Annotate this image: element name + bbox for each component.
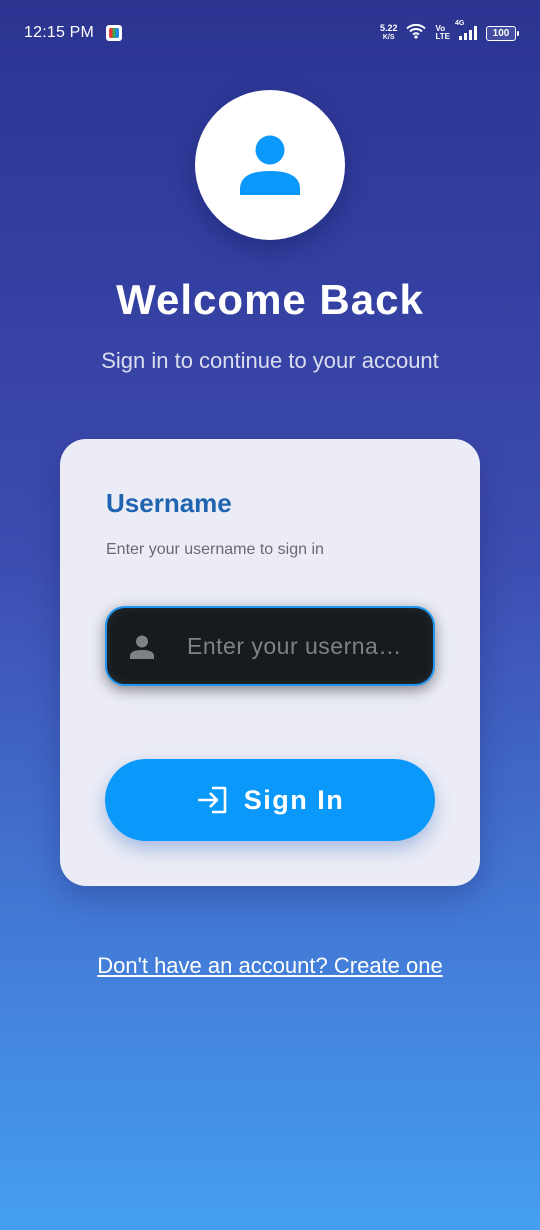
battery-level: 100 (492, 27, 510, 39)
avatar (195, 90, 345, 240)
login-icon (197, 786, 227, 814)
wifi-icon (406, 23, 427, 44)
net-speed: 5.22 K/S (380, 24, 398, 42)
status-left: 12:15 PM (24, 24, 123, 42)
battery-icon: 100 (486, 25, 519, 41)
signin-button[interactable]: Sign In (105, 759, 435, 841)
form-description: Enter your username to sign in (106, 541, 324, 558)
form-title: Username (106, 488, 232, 518)
page-title: Welcome Back (116, 276, 424, 323)
create-account-link[interactable]: Don't have an account? Create one (0, 953, 540, 979)
status-time: 12:15 PM (24, 24, 95, 41)
network-type: 4G (455, 20, 465, 27)
person-icon (130, 635, 154, 659)
net-speed-unit: K/S (382, 34, 395, 41)
signin-card: Username Enter your username to sign in … (60, 439, 480, 886)
user-icon (240, 135, 300, 195)
status-bar: 12:15 PM 5.22 K/S Vo LTE 4G 100 (0, 0, 540, 66)
page-subtitle: Sign in to continue to your account (101, 348, 439, 373)
username-input[interactable] (187, 608, 412, 684)
status-right: 5.22 K/S Vo LTE 4G 100 (380, 20, 519, 44)
volte-bottom: LTE (435, 32, 450, 41)
signin-label: Sign In (243, 784, 345, 815)
username-field[interactable] (105, 606, 435, 686)
app-notification-icon (106, 25, 123, 41)
net-speed-value: 5.22 (379, 23, 398, 33)
signal-icon: 4G (455, 20, 477, 40)
volte-indicator: Vo LTE (435, 25, 450, 41)
